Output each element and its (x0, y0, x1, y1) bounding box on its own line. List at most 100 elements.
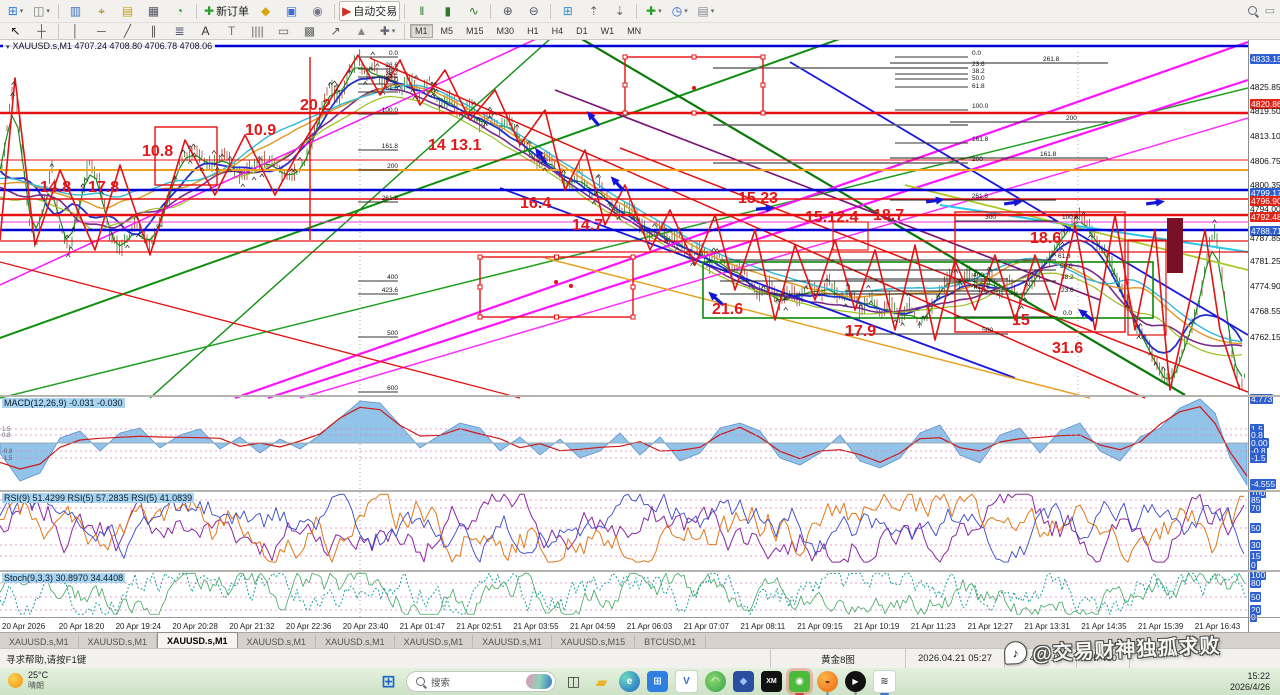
channel-tool[interactable]: ∥ (141, 21, 166, 41)
profiles-button-caret[interactable]: ▾ (46, 7, 50, 15)
chart-tab[interactable]: XAUUSD.s,M1 (395, 635, 474, 648)
timeframe-h1[interactable]: H1 (522, 24, 544, 38)
panel-splitter[interactable] (0, 570, 1280, 572)
cursor-tool[interactable]: ↖ (3, 21, 28, 41)
add-indicator-button-caret[interactable]: ▾ (658, 7, 662, 15)
channel-tool-icon: ∥ (151, 25, 157, 37)
zoom-out-button[interactable]: ⊖ (521, 1, 546, 21)
strategy-tester-button[interactable]: ◔ (167, 1, 192, 21)
file-explorer-button[interactable]: ▰ (591, 671, 612, 692)
status-profile[interactable]: 黄金8图 (770, 649, 905, 668)
new-order-button[interactable]: ✚新订单 (201, 1, 252, 21)
edge-button[interactable]: e (619, 671, 640, 692)
svg-text:15.23: 15.23 (738, 190, 778, 207)
search-icon (416, 677, 425, 686)
navigator-button[interactable]: ▤ (115, 1, 140, 21)
store-button[interactable]: ⊞ (647, 671, 668, 692)
bar-chart-button[interactable]: ‖ (409, 1, 434, 21)
start-button[interactable]: ⊞ (378, 671, 399, 692)
cycle-lines-tool[interactable]: |||| (245, 21, 270, 41)
new-chart-button[interactable]: ⊞▾ (3, 1, 28, 21)
toolbar-search-icon[interactable] (1248, 6, 1257, 15)
toolbar-layout-icon[interactable]: ▭ (1265, 4, 1275, 17)
data-window-button[interactable]: ⌖ (89, 1, 114, 21)
template-button-icon: ▤ (697, 5, 708, 17)
add-indicator-button[interactable]: ✚▾ (641, 1, 666, 21)
chart-tab[interactable]: XAUUSD.s,M1 (157, 632, 238, 648)
timeframe-w1[interactable]: W1 (596, 24, 620, 38)
v-app-button[interactable]: V (675, 670, 698, 693)
metaeditor-button-icon: ◆ (261, 5, 270, 17)
timeframe-m15[interactable]: M15 (461, 24, 489, 38)
trendline-tool[interactable]: ╱ (115, 21, 140, 41)
fibonacci-tool[interactable]: ≣ (167, 21, 192, 41)
svg-text:17.8: 17.8 (88, 179, 119, 196)
arrange-up-button[interactable]: ⇡ (581, 1, 606, 21)
chart-canvas[interactable]: 0.023.638.250.061.8100.0161.8200261.8400… (0, 40, 1248, 632)
chart-tab[interactable]: XAUUSD.s,M1 (316, 635, 395, 648)
timeframe-m5[interactable]: M5 (436, 24, 459, 38)
pattern-tool[interactable]: ▩ (297, 21, 322, 41)
market-watch-button[interactable]: ▥ (63, 1, 88, 21)
svg-text:200: 200 (387, 163, 398, 170)
arrow-line-tool[interactable]: ↗ (323, 21, 348, 41)
hline-tool[interactable]: ─ (89, 21, 114, 41)
terminal-button[interactable]: ▦ (141, 1, 166, 21)
template-button-caret[interactable]: ▾ (711, 7, 715, 15)
experts-button[interactable]: ▣ (279, 1, 304, 21)
timeframe-d1[interactable]: D1 (571, 24, 593, 38)
template-button[interactable]: ▤▾ (693, 1, 718, 21)
chart-tab[interactable]: XAUUSD.s,M1 (238, 635, 317, 648)
vline-tool[interactable]: │ (63, 21, 88, 41)
svg-text:423.6: 423.6 (382, 287, 399, 294)
capcut-app-button[interactable]: ≋ (873, 670, 896, 693)
macd-indicator-label: MACD(12,26,9) -0.031 -0.030 (2, 398, 125, 408)
period-button-caret[interactable]: ▾ (684, 7, 688, 15)
more-tools-button[interactable]: ✚▾ (375, 21, 400, 41)
label-tool[interactable]: T (219, 21, 244, 41)
chart-tab[interactable]: BTCUSD,M1 (635, 635, 706, 648)
fibonacci-tool-icon: ≣ (174, 25, 184, 37)
tile-windows-button[interactable]: ⊞ (555, 1, 580, 21)
autotrade-button[interactable]: ▶自动交易 (339, 1, 400, 21)
more-tools-button-caret[interactable]: ▾ (392, 27, 396, 35)
timeframe-m30[interactable]: M30 (492, 24, 520, 38)
chart-tab[interactable]: XAUUSD.s,M1 (0, 635, 79, 648)
chevron-down-icon[interactable]: ▾ (6, 44, 10, 51)
text-tool[interactable]: A (193, 21, 218, 41)
panel-splitter[interactable] (0, 395, 1280, 397)
weather-widget[interactable]: 25°C 晴朗 (8, 670, 48, 691)
timeframe-m1[interactable]: M1 (410, 24, 433, 38)
new-chart-button-caret[interactable]: ▾ (20, 7, 24, 15)
zoom-in-button[interactable]: ⊕ (495, 1, 520, 21)
candle-chart-button[interactable]: ▮ (435, 1, 460, 21)
metaeditor-button[interactable]: ◆ (253, 1, 278, 21)
chart-window[interactable]: 0.023.638.250.061.8100.0161.8200261.8400… (0, 40, 1248, 632)
browser-app-button[interactable]: ◠ (705, 671, 726, 692)
chart-tab[interactable]: XAUUSD.s,M15 (552, 635, 636, 648)
arrange-down-button[interactable]: ⇣ (607, 1, 632, 21)
chart-tab[interactable]: XAUUSD.s,M1 (473, 635, 552, 648)
price-label: 50 (1250, 523, 1261, 533)
taskview-button[interactable]: ◫ (563, 671, 584, 692)
xm-app-button[interactable]: XM (761, 671, 782, 692)
profiles-button[interactable]: ◫▾ (29, 1, 54, 21)
triangle-tool[interactable]: ▲ (349, 21, 374, 41)
line-chart-button[interactable]: ∿ (461, 1, 486, 21)
bot-app-button[interactable]: ◒ (817, 671, 838, 692)
chart-tab[interactable]: XAUUSD.s,M1 (79, 635, 158, 648)
taskbar-search-box[interactable]: 搜索 (406, 671, 556, 692)
panel-splitter[interactable] (0, 490, 1280, 492)
search-highlight-image[interactable] (526, 674, 552, 689)
stoch-panel (0, 573, 1248, 614)
timeframe-h4[interactable]: H4 (547, 24, 569, 38)
web-terminal-button[interactable]: ◉ (305, 1, 330, 21)
period-button[interactable]: ◷▾ (667, 1, 692, 21)
office-app-button[interactable]: ◆ (733, 671, 754, 692)
crosshair-tool[interactable]: ┼ (29, 21, 54, 41)
timeframe-mn[interactable]: MN (622, 24, 646, 38)
media-app-button[interactable]: ▶ (845, 671, 866, 692)
taskbar-clock[interactable]: 15:22 2026/4/26 (1230, 671, 1270, 694)
wechat-button[interactable]: ◉ (789, 671, 810, 692)
shapes-tool[interactable]: ▭ (271, 21, 296, 41)
